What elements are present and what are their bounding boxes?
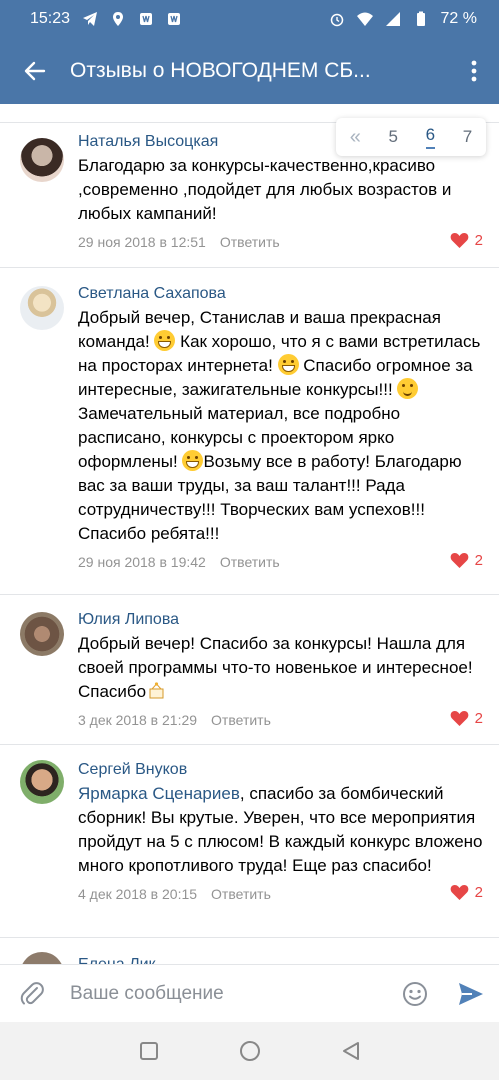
comment-text: Благодарю за конкурсы-качественно,красив… — [78, 156, 452, 223]
like-count: 2 — [474, 552, 483, 569]
heart-icon — [450, 553, 469, 568]
comment-text: Ярмарка Сценариев, спасибо за бомбически… — [78, 782, 483, 878]
avatar[interactable] — [20, 612, 64, 656]
reply-button[interactable]: Ответить — [211, 886, 271, 902]
comment-date: 29 ноя 2018 в 12:51 — [78, 234, 206, 250]
status-bar: 15:23 72 % — [0, 0, 499, 38]
like-button[interactable]: 2 — [450, 552, 483, 569]
page-link[interactable]: 5 — [389, 127, 398, 147]
comment-text: Добрый вечер! Спасибо за конкурсы! Нашла… — [78, 632, 483, 704]
paperclip-icon — [20, 981, 44, 1004]
alarm-icon — [330, 13, 343, 27]
vk-notification-icon — [140, 13, 153, 25]
message-input[interactable] — [64, 973, 374, 1014]
like-count: 2 — [474, 884, 483, 901]
like-count: 2 — [474, 710, 483, 727]
smile-icon — [403, 981, 427, 1006]
back-button[interactable] — [0, 38, 70, 104]
divider — [0, 937, 499, 938]
avatar[interactable] — [20, 138, 64, 182]
comment-date: 3 дек 2018 в 21:29 — [78, 712, 198, 728]
overflow-menu-button[interactable] — [449, 38, 499, 104]
system-nav-bar — [0, 1022, 499, 1080]
signal-icon — [385, 12, 400, 26]
vk-notification-icon-2 — [168, 13, 181, 25]
home-icon[interactable] — [239, 1040, 261, 1062]
comment-text: Добрый вечер, Станислав и ваша прекрасна… — [78, 306, 483, 546]
avatar[interactable] — [20, 952, 64, 964]
wifi-icon — [356, 12, 373, 26]
heart-icon — [450, 885, 469, 900]
battery-percent: 72 % — [440, 10, 477, 27]
page-link[interactable]: 7 — [463, 127, 472, 147]
attach-button[interactable] — [0, 965, 64, 1023]
back-nav-icon[interactable] — [341, 1041, 361, 1061]
telegram-icon — [83, 12, 98, 26]
like-count: 2 — [474, 232, 483, 249]
more-vertical-icon — [471, 60, 477, 82]
heart-icon — [450, 711, 469, 726]
avatar[interactable] — [20, 286, 64, 330]
divider — [0, 267, 499, 268]
message-composer — [0, 964, 499, 1022]
comment-author[interactable]: Сергей Внуков — [78, 760, 483, 780]
comment-author[interactable]: Юлия Липова — [78, 610, 483, 630]
page-title: Отзывы о НОВОГОДНЕМ СБ... — [70, 59, 371, 82]
send-button[interactable] — [443, 965, 499, 1023]
reply-button[interactable]: Ответить — [220, 554, 280, 570]
like-button[interactable]: 2 — [450, 710, 483, 727]
arrow-left-icon — [24, 61, 46, 81]
divider — [0, 594, 499, 595]
comment-text-part: Добрый вечер! Спасибо за конкурсы! Нашла… — [78, 634, 473, 701]
mention-link[interactable]: Ярмарка Сценариев — [78, 784, 240, 803]
emoji-button[interactable] — [387, 965, 443, 1023]
heart-icon — [450, 233, 469, 248]
grinning-emoji-icon — [154, 330, 176, 351]
comment-author[interactable]: Светлана Сахапова — [78, 284, 483, 304]
location-icon — [113, 12, 124, 26]
pagination: « 5 6 7 — [336, 118, 486, 156]
page-link-active[interactable]: 6 — [425, 125, 436, 149]
avatar[interactable] — [20, 760, 64, 804]
like-button[interactable]: 2 — [450, 232, 483, 249]
grinning-emoji-icon — [277, 354, 299, 375]
reply-button[interactable]: Ответить — [211, 712, 271, 728]
like-button[interactable]: 2 — [450, 884, 483, 901]
comment-author[interactable]: Елена Лик — [78, 956, 156, 964]
gift-emoji-icon — [146, 680, 167, 701]
clock: 15:23 — [30, 10, 71, 27]
comment-date: 4 дек 2018 в 20:15 — [78, 886, 198, 902]
send-icon — [459, 982, 483, 1005]
grinning-emoji-icon — [182, 450, 204, 471]
toolbar: Отзывы о НОВОГОДНЕМ СБ... — [0, 38, 499, 104]
battery-icon — [416, 11, 425, 26]
comments-feed[interactable]: Наталья Высоцкая Благодарю за конкурсы-к… — [0, 104, 499, 964]
reply-button[interactable]: Ответить — [220, 234, 280, 250]
recents-icon[interactable] — [139, 1041, 159, 1061]
smiling-emoji-icon — [397, 378, 419, 399]
first-page-icon[interactable]: « — [350, 126, 361, 149]
divider — [0, 744, 499, 745]
comment-date: 29 ноя 2018 в 19:42 — [78, 554, 206, 570]
